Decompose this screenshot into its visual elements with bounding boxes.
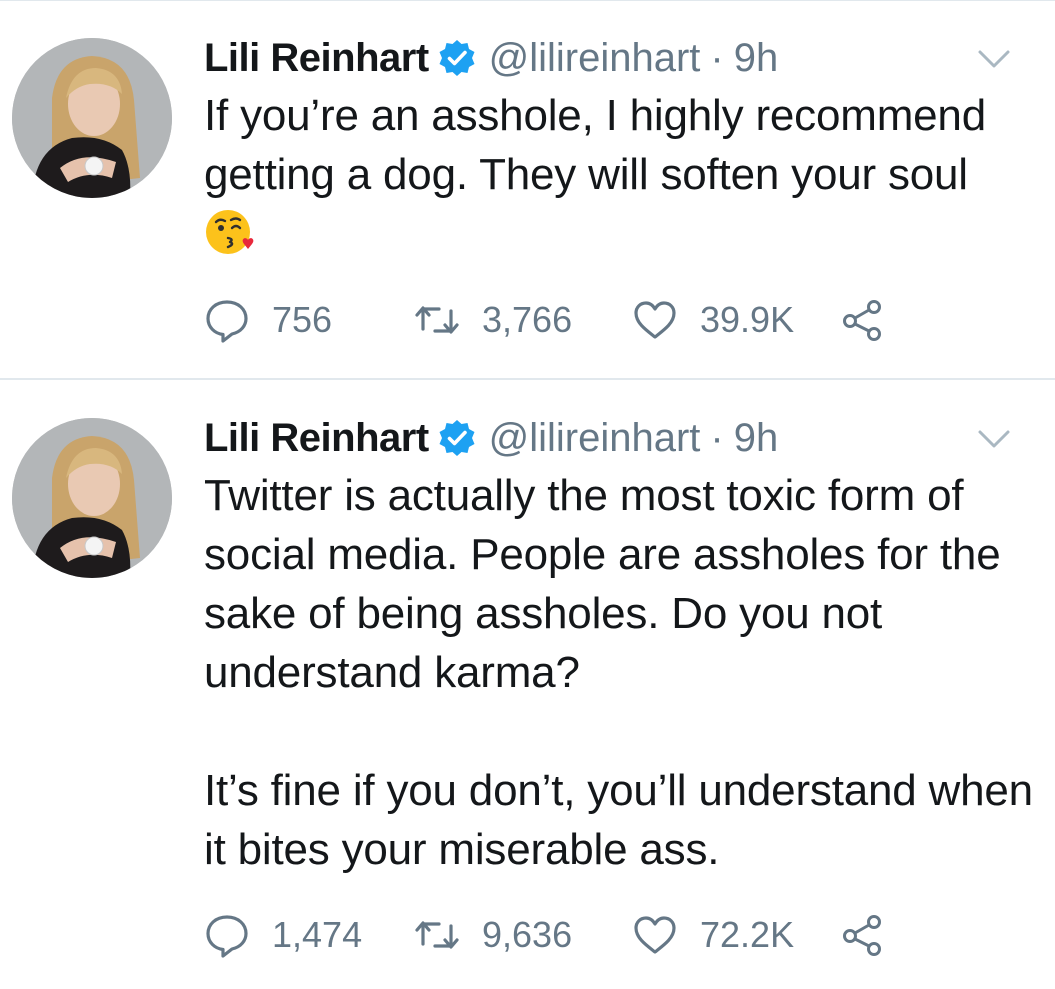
tweet-header: Lili Reinhart @lilireinhart · 9h <box>204 408 778 468</box>
timestamp[interactable]: 9h <box>734 416 779 461</box>
retweet-button[interactable]: 9,636 <box>414 905 572 965</box>
tweet-text-content: If you’re an asshole, I highly recommend… <box>204 91 998 199</box>
chevron-down-icon[interactable] <box>974 424 1014 454</box>
heart-icon <box>632 912 678 958</box>
heart-icon <box>632 297 678 343</box>
share-icon <box>840 912 886 958</box>
tweet-text-content: Twitter is actually the most toxic form … <box>204 471 1033 874</box>
like-count: 72.2K <box>700 914 795 955</box>
share-button[interactable] <box>840 905 886 965</box>
like-button[interactable]: 72.2K <box>632 905 794 965</box>
verified-badge-icon <box>437 418 477 458</box>
verified-badge-icon <box>437 38 477 78</box>
timeline: Lili Reinhart @lilireinhart · 9h If you’… <box>0 0 1055 989</box>
retweet-count: 3,766 <box>482 299 573 340</box>
reply-count: 1,474 <box>272 914 363 955</box>
author-name[interactable]: Lili Reinhart <box>204 416 429 461</box>
reply-icon <box>204 297 250 343</box>
author-name[interactable]: Lili Reinhart <box>204 36 429 81</box>
like-count: 39.9K <box>700 299 795 340</box>
action-bar: 756 3,766 39.9K <box>204 290 904 350</box>
separator: · <box>710 35 724 80</box>
tweet-header: Lili Reinhart @lilireinhart · 9h <box>204 28 778 88</box>
share-button[interactable] <box>840 290 886 350</box>
avatar[interactable] <box>12 418 172 578</box>
retweet-count: 9,636 <box>482 914 573 955</box>
retweet-button[interactable]: 3,766 <box>414 290 572 350</box>
author-handle[interactable]: @lilireinhart <box>489 416 701 461</box>
timestamp[interactable]: 9h <box>734 36 779 81</box>
retweet-icon <box>414 297 460 343</box>
face-blowing-a-kiss-icon <box>204 206 256 258</box>
reply-icon <box>204 912 250 958</box>
retweet-icon <box>414 912 460 958</box>
avatar[interactable] <box>12 38 172 198</box>
tweet[interactable]: Lili Reinhart @lilireinhart · 9h If you’… <box>0 0 1055 380</box>
tweet[interactable]: Lili Reinhart @lilireinhart · 9h Twitter… <box>0 380 1055 989</box>
share-icon <box>840 297 886 343</box>
action-bar: 1,474 9,636 72.2K <box>204 905 904 965</box>
like-button[interactable]: 39.9K <box>632 290 794 350</box>
separator: · <box>710 415 724 460</box>
reply-button[interactable]: 756 <box>204 290 332 350</box>
tweet-text: Twitter is actually the most toxic form … <box>204 466 1034 879</box>
reply-count: 756 <box>272 299 333 340</box>
author-handle[interactable]: @lilireinhart <box>489 36 701 81</box>
tweet-text: If you’re an asshole, I highly recommend… <box>204 86 1034 263</box>
reply-button[interactable]: 1,474 <box>204 905 362 965</box>
chevron-down-icon[interactable] <box>974 44 1014 74</box>
